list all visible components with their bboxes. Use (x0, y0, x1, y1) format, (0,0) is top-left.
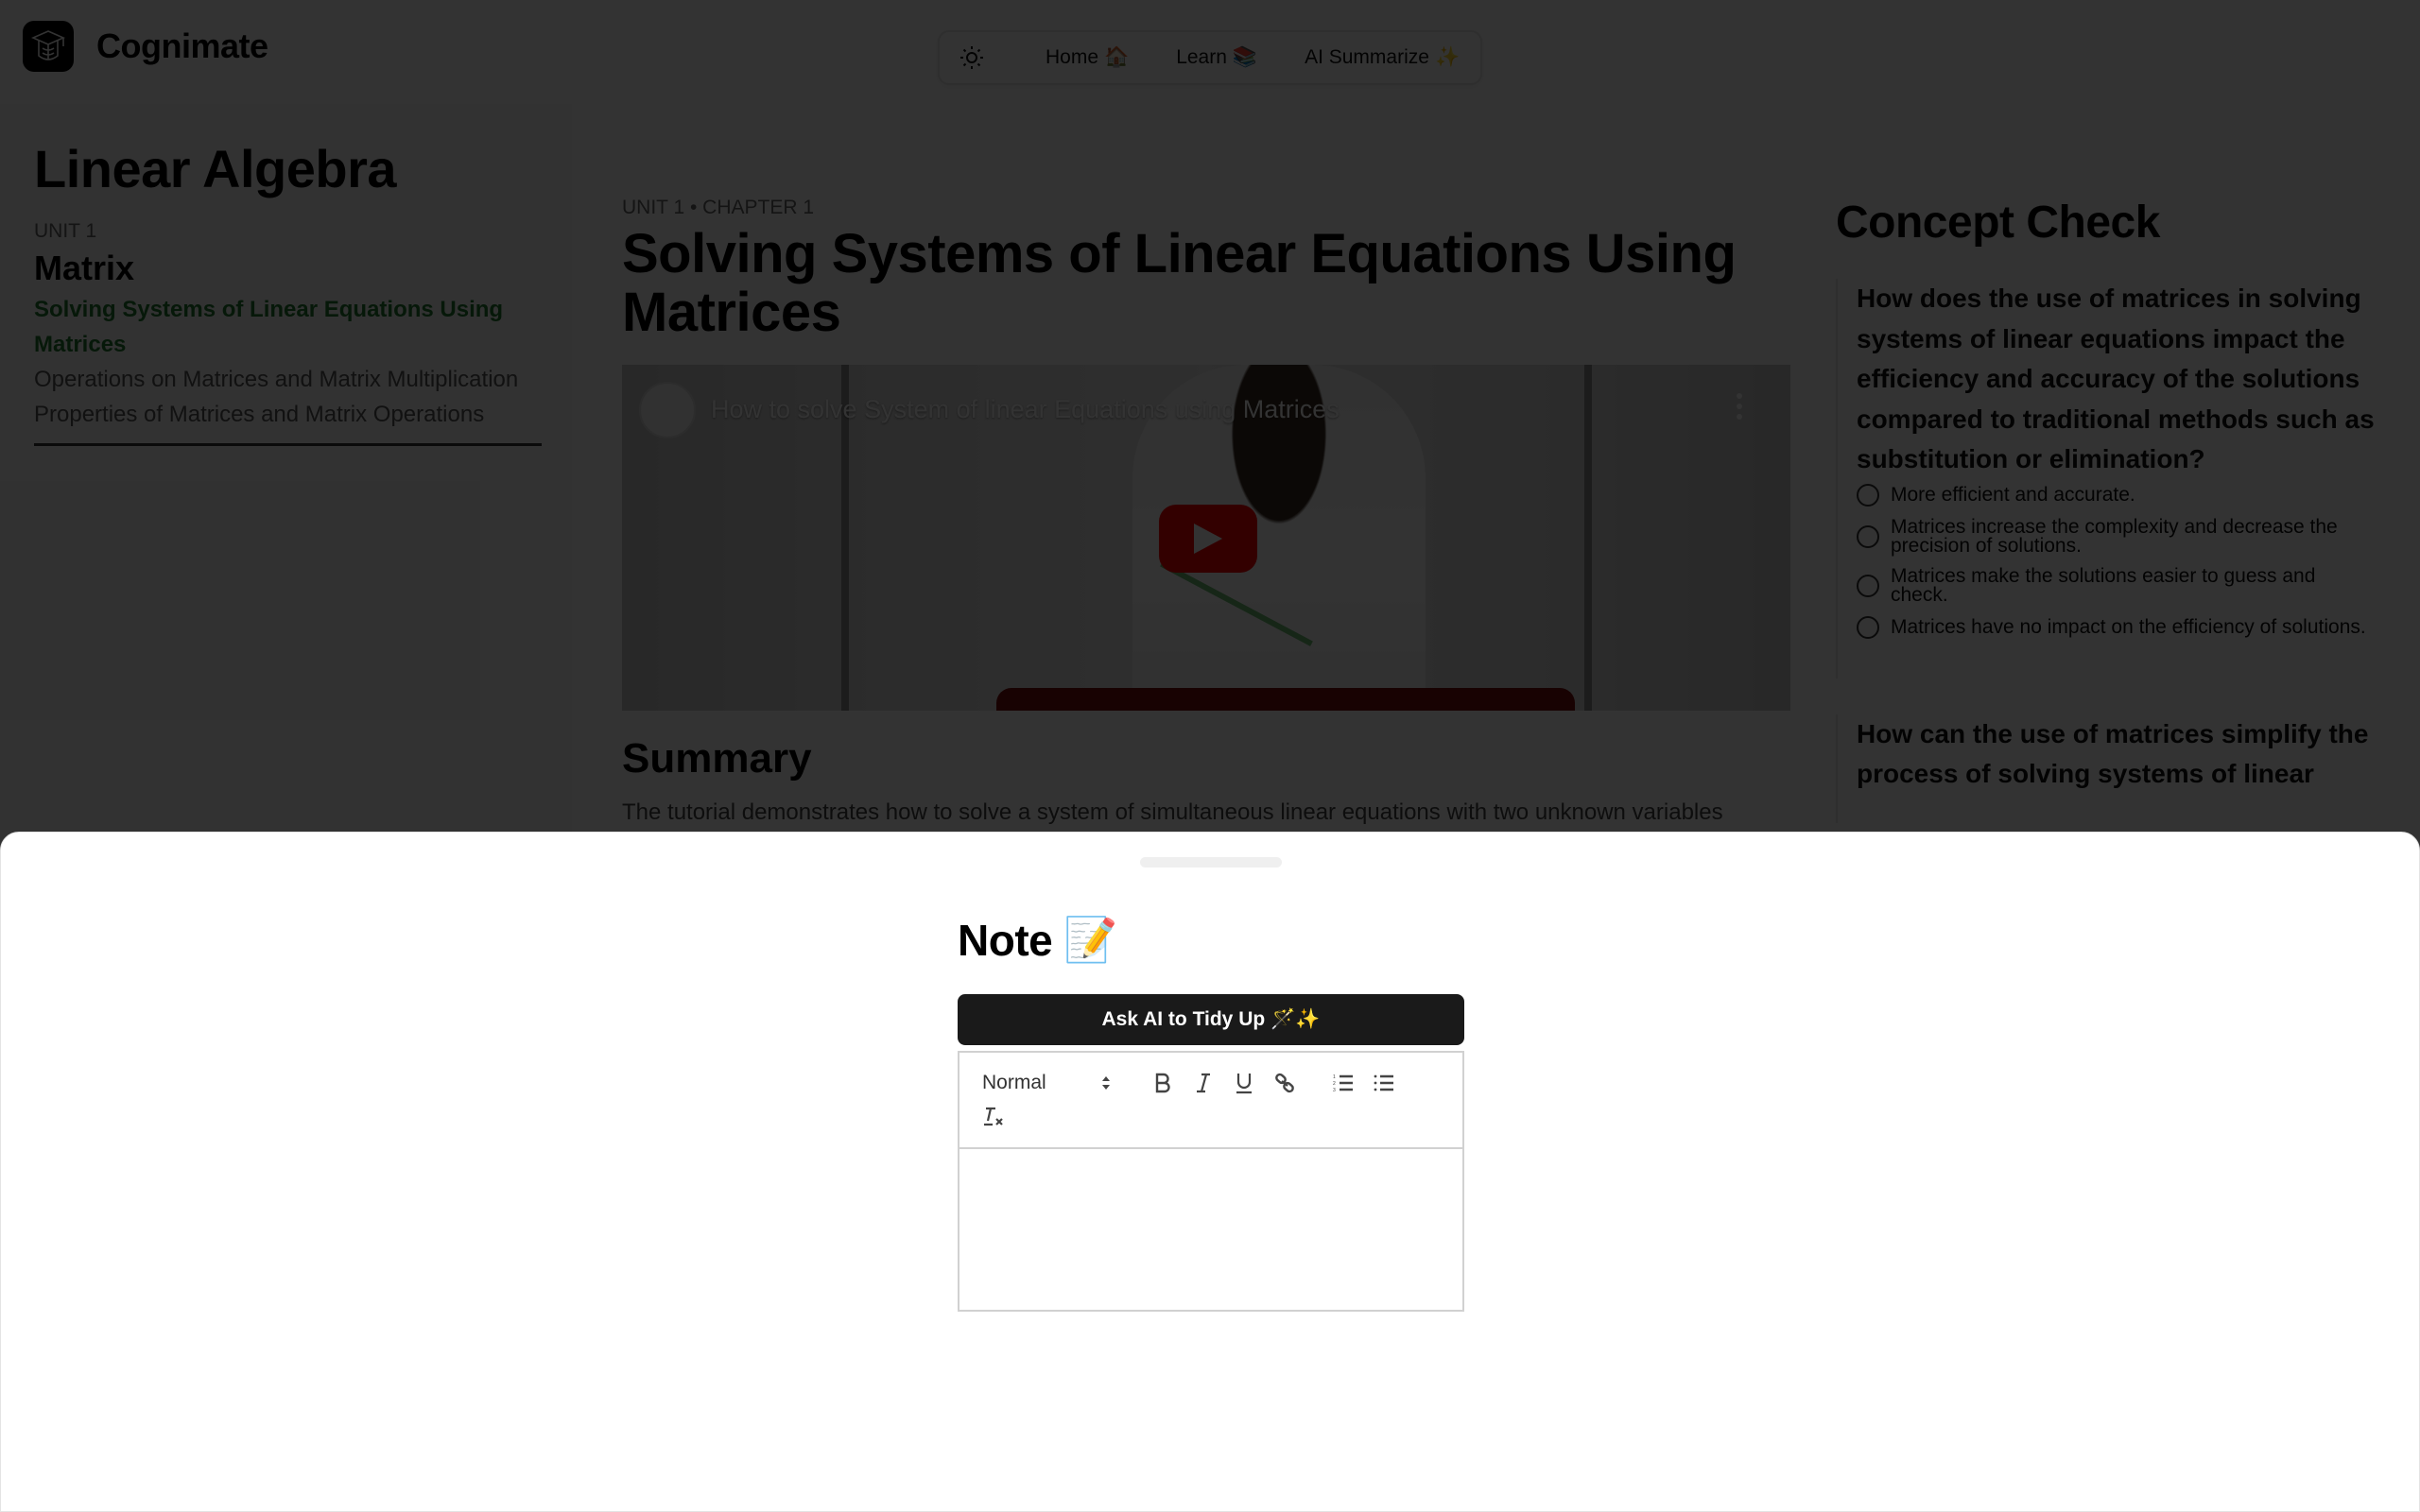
underline-icon (1236, 1074, 1252, 1094)
tidy-button-label: Ask AI to Tidy Up (1101, 1008, 1266, 1030)
rich-text-editor: Normal 123 (958, 1051, 1464, 1312)
svg-text:1: 1 (1333, 1074, 1336, 1080)
clear-format-button[interactable] (982, 1101, 1007, 1133)
ask-ai-tidy-up-button[interactable]: Ask AI to Tidy Up 🪄✨ (958, 994, 1464, 1045)
bullet-list-button[interactable] (1368, 1067, 1400, 1099)
bullet-list-icon (1374, 1074, 1393, 1091)
ordered-list-button[interactable]: 123 (1327, 1067, 1359, 1099)
format-select[interactable]: Normal (982, 1072, 1115, 1094)
link-button[interactable] (1269, 1067, 1301, 1099)
memo-icon: 📝 (1063, 915, 1118, 964)
note-title-text: Note (958, 915, 1053, 965)
note-editor-input[interactable] (959, 1149, 1462, 1310)
link-icon (1275, 1073, 1294, 1093)
bold-button[interactable] (1147, 1067, 1179, 1099)
editor-toolbar: Normal 123 (959, 1053, 1462, 1149)
underline-button[interactable] (1228, 1067, 1260, 1099)
italic-icon (1197, 1073, 1210, 1093)
note-panel: Note 📝 Ask AI to Tidy Up 🪄✨ Normal 1 2 3 (958, 914, 1464, 1312)
bold-icon (1155, 1073, 1170, 1093)
ordered-list-icon: 123 (1333, 1074, 1353, 1092)
magic-wand-sparkles-icon: 🪄✨ (1270, 1008, 1321, 1030)
italic-button[interactable] (1187, 1067, 1219, 1099)
note-drawer: Note 📝 Ask AI to Tidy Up 🪄✨ Normal 1 2 3 (0, 832, 2420, 1512)
svg-text:2: 2 (1333, 1081, 1336, 1087)
clear-format-icon (984, 1107, 1003, 1126)
svg-text:3: 3 (1333, 1088, 1336, 1092)
note-title: Note 📝 (958, 914, 1464, 966)
select-arrows-icon (1102, 1076, 1110, 1090)
format-select-value: Normal (982, 1072, 1046, 1093)
drawer-drag-handle[interactable] (1140, 857, 1282, 868)
